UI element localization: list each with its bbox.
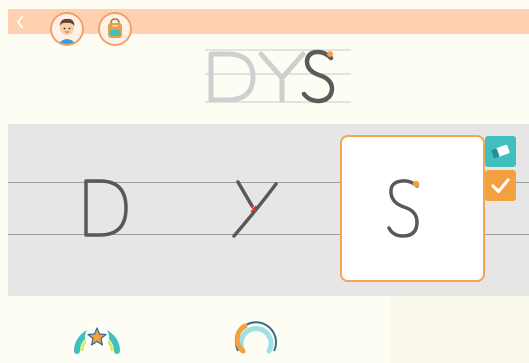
traced-letter-y	[228, 178, 280, 245]
eraser-button[interactable]	[485, 136, 516, 167]
back-button[interactable]	[14, 14, 26, 30]
preview-letter-d	[208, 51, 256, 103]
chevron-left-icon	[17, 16, 23, 28]
word-preview	[205, 44, 351, 110]
preview-start-dot	[327, 51, 333, 57]
star-badge-button[interactable]	[72, 306, 122, 361]
check-button[interactable]	[485, 170, 516, 201]
boy-avatar-icon	[52, 14, 82, 44]
eraser-icon	[491, 144, 510, 159]
checkmark-icon	[491, 178, 510, 194]
progress-ring-button[interactable]	[231, 306, 281, 361]
preview-letter-y	[258, 51, 306, 103]
preview-letter-s	[301, 49, 335, 104]
s-start-dot	[412, 180, 420, 188]
profile-avatar-button[interactable]	[50, 12, 84, 46]
top-bar	[8, 9, 529, 34]
traced-letter-s	[384, 178, 424, 245]
backpack-icon	[100, 14, 130, 44]
progress-ring-icon	[234, 321, 277, 354]
footer-panel	[390, 296, 529, 363]
star-badge-icon	[74, 325, 120, 354]
backpack-button[interactable]	[98, 12, 132, 46]
traced-letter-d	[82, 178, 130, 243]
